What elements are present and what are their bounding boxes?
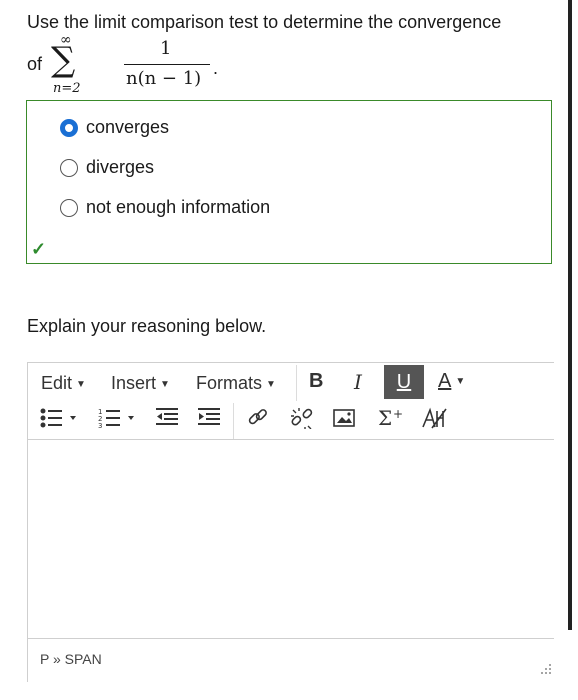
choice-diverges[interactable]: diverges: [60, 157, 154, 178]
element-path: P » SPAN: [40, 651, 102, 667]
svg-text:+: +: [393, 407, 403, 421]
explain-label: Explain your reasoning below.: [27, 316, 267, 336]
svg-text:3: 3: [98, 422, 102, 429]
edit-menu[interactable]: Edit ▼: [41, 373, 86, 394]
numbered-list-icon[interactable]: 123: [98, 407, 138, 434]
choice-converges[interactable]: converges: [60, 117, 169, 138]
sum-lower-limit: n=2: [53, 81, 81, 96]
status-divider: [28, 638, 554, 639]
equation-icon[interactable]: Σ +: [378, 406, 406, 434]
editor-menubar: Edit ▼ Insert ▼ Formats ▼ B I U A ▼: [28, 363, 554, 403]
editor-text-area[interactable]: [28, 440, 554, 638]
chevron-down-icon: ▼: [455, 376, 466, 388]
text-color-button[interactable]: A ▼: [438, 370, 465, 393]
sigma-symbol: ∑: [51, 40, 76, 80]
series-expression: of ∞ ∑ n=2 1 n(n − 1) .: [27, 32, 327, 100]
handwriting-icon[interactable]: [421, 407, 449, 434]
indent-icon[interactable]: [198, 407, 222, 434]
image-icon[interactable]: [333, 407, 357, 434]
chevron-down-icon: ▼: [266, 378, 276, 390]
outdent-icon[interactable]: [156, 407, 180, 434]
bold-button[interactable]: B: [309, 370, 323, 393]
unlink-icon[interactable]: [290, 407, 314, 434]
link-icon[interactable]: [246, 407, 270, 434]
editor-toolbar-row2: 123 Σ +: [28, 403, 554, 439]
choice-label: not enough information: [86, 197, 271, 217]
bullet-list-icon[interactable]: [40, 407, 80, 434]
fraction-bar: [124, 64, 210, 65]
question-text: Use the limit comparison test to determi…: [27, 12, 502, 32]
formats-menu[interactable]: Formats ▼: [196, 373, 276, 394]
resize-handle-icon[interactable]: [538, 661, 552, 675]
chevron-down-icon: ▼: [76, 378, 86, 390]
choice-not-enough-info[interactable]: not enough information: [60, 197, 270, 218]
chevron-down-icon: ▼: [160, 378, 170, 390]
fraction-numerator: 1: [160, 38, 172, 59]
choice-label: converges: [86, 117, 170, 137]
toolbar-divider: [296, 365, 297, 401]
of-text: of: [27, 54, 43, 74]
period: .: [213, 58, 219, 78]
rich-text-editor: Edit▼ Insert▼ Formats▼ B I U A▼ 123: [27, 362, 554, 682]
scrollbar-edge: [568, 0, 572, 630]
fraction-denominator: n(n − 1): [126, 68, 202, 89]
correct-check-icon: ✓: [31, 239, 47, 259]
svg-text:Σ: Σ: [378, 407, 392, 429]
radio-not-enough-info[interactable]: [60, 198, 78, 217]
toolbar-divider: [233, 403, 234, 439]
answer-choices: converges diverges not enough informatio…: [26, 100, 552, 264]
radio-diverges[interactable]: [60, 158, 78, 177]
choice-label: diverges: [86, 157, 155, 177]
radio-converges[interactable]: [60, 118, 78, 137]
underline-button[interactable]: U: [384, 365, 424, 399]
insert-menu[interactable]: Insert ▼: [111, 373, 170, 394]
italic-button[interactable]: I: [354, 370, 362, 394]
